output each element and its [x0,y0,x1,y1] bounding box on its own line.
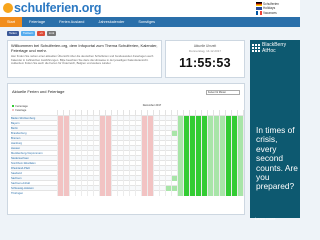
page: { "header": { "logo_text": "schulferien"… [0,0,300,221]
holiday-grid: Baden-Württemberg Bayern Berlin Brandenburg… [11,110,244,196]
sun-icon [3,3,13,13]
day-cell [238,191,244,196]
main-nav: Start Feiertage Ferien Ausland Jahreskal… [0,17,300,27]
state-name[interactable]: Berlin [11,126,52,130]
state-name[interactable]: Nordrhein-Westfalen [11,161,52,165]
day-cell [238,116,244,121]
day-cell [238,166,244,171]
month-label: Dezember 2017 [142,104,162,107]
flag-fr-icon [256,11,262,15]
state-name[interactable]: Niedersachsen [11,156,52,160]
state-name[interactable]: Sachsen-Anhalt [11,181,52,185]
state-row: Hessen [11,145,244,151]
state-row: Niedersachsen [11,155,244,161]
lang-fr[interactable]: Vacances [256,11,279,15]
state-row: Sachsen [11,175,244,181]
welcome-box: Willkommen bei Schulferien.org, dem Info… [7,40,162,78]
ad-banner[interactable]: BlackBerry AtHoc In times of crisis, eve… [250,40,300,221]
welcome-text: Hier finden Sie neben einer aktuellen Üb… [11,54,154,65]
day-header-cell [238,110,244,115]
state-name[interactable]: Hessen [11,146,52,150]
nav-item-jahreskalender[interactable]: Jahreskalender [91,17,131,27]
state-name[interactable]: Schleswig-Holstein [11,186,52,190]
link-button[interactable]: Link [46,30,57,36]
day-cell [238,136,244,141]
state-row: Baden-Württemberg [11,115,244,121]
state-name[interactable]: Brandenburg [11,131,52,135]
google-plus-button[interactable]: +1 [37,30,45,36]
header-bar: schulferien.org Schulferien Holidays Vac… [0,0,300,17]
clock-label: Aktuelle Uhrzeit [193,44,217,48]
facebook-share-button[interactable]: Teilen [7,30,19,36]
day-cell [238,121,244,126]
day-cell [238,131,244,136]
state-name[interactable]: Bayern [11,121,52,125]
state-row: Schleswig-Holstein [11,185,244,191]
state-row: Bremen [11,135,244,141]
clock-box: Aktuelle Uhrzeit Donnerstag, 14.12.2017 … [165,40,245,78]
state-name[interactable]: Thüringen [11,191,52,195]
day-cell [238,176,244,181]
clock-time: 11:55:53 [179,56,231,70]
state-name[interactable]: Baden-Württemberg [11,116,52,120]
day-cell [238,186,244,191]
nav-item-feiertage[interactable]: Feiertage [22,17,52,27]
blackberry-logo-icon [252,44,260,52]
nav-item-sonstiges[interactable]: Sonstiges [131,17,162,27]
language-switcher: Schulferien Holidays Vacances [256,2,279,15]
day-cell [238,171,244,176]
nav-item-ferien-ausland[interactable]: Ferien Ausland [52,17,91,27]
day-cell [238,146,244,151]
state-row: Bayern [11,120,244,126]
flag-de-icon [256,2,262,6]
day-cell [238,161,244,166]
state-row: Berlin [11,125,244,131]
site-logo[interactable]: schulferien.org [3,1,102,15]
day-cell [238,151,244,156]
state-row: Rheinland-Pfalz [11,165,244,171]
holidays-box: Aktuelle Ferien und Feiertage Ferien für… [7,83,245,215]
ad-cta[interactable]: Learn more [255,216,275,221]
state-row: Nordrhein-Westfalen [11,160,244,166]
state-row: Saarland [11,170,244,176]
state-name[interactable]: Sachsen [11,176,52,180]
holidays-title: Aktuelle Ferien und Feiertage [12,89,65,94]
state-row: Hamburg [11,140,244,146]
day-cell [238,181,244,186]
state-row: Brandenburg [11,130,244,136]
clock-date: Donnerstag, 14.12.2017 [188,49,222,53]
ad-brand: BlackBerry AtHoc [262,42,287,54]
flag-us-icon [256,6,262,11]
logo-text: schulferien [14,1,79,15]
welcome-title: Willkommen bei Schulferien.org, dem Info… [11,43,158,53]
share-bar: Teilen Twittern +1 Link [7,30,57,36]
state-name[interactable]: Rheinland-Pfalz [11,166,52,170]
day-cell [238,126,244,131]
day-cell [238,156,244,161]
state-row: Sachsen-Anhalt [11,180,244,186]
day-cell [238,141,244,146]
twitter-share-button[interactable]: Twittern [20,30,36,36]
state-name[interactable]: Bremen [11,136,52,140]
state-name[interactable]: Hamburg [11,141,52,145]
day-header-row [52,110,244,115]
state-row: Thüringen [11,190,244,196]
state-row: Mecklenburg-Vorpommern [11,150,244,156]
month-select[interactable]: Ferien für Monat [206,90,240,95]
logo-tld: .org [78,1,102,15]
state-name[interactable]: Mecklenburg-Vorpommern [11,151,52,155]
nav-item-start[interactable]: Start [0,17,23,27]
ad-headline: In times of crisis, every second counts.… [256,125,298,192]
state-name[interactable]: Saarland [11,171,52,175]
